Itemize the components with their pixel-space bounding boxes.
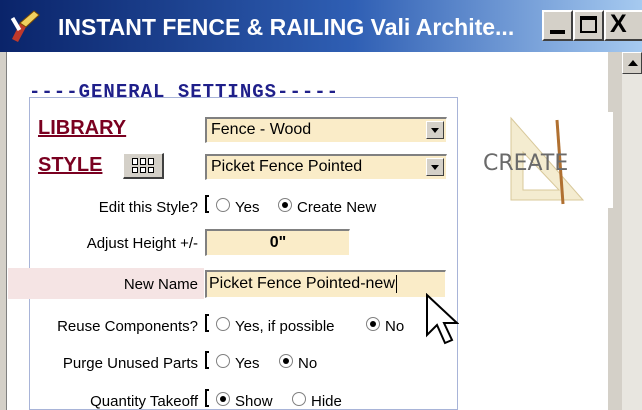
bracket-divider <box>205 314 209 332</box>
reuse-yes-radio[interactable] <box>216 317 230 331</box>
edit-style-label: Edit this Style? <box>98 199 198 216</box>
takeoff-hide-radio[interactable] <box>292 392 306 406</box>
library-value: Fence - Wood <box>211 121 312 138</box>
reuse-no-radio[interactable] <box>366 317 380 331</box>
library-dropdown-button[interactable] <box>426 121 444 139</box>
chevron-down-icon <box>431 128 439 133</box>
vertical-scrollbar[interactable] <box>622 52 642 410</box>
style-dropdown-button[interactable] <box>426 158 444 176</box>
create-logo[interactable]: CREATE <box>473 112 613 208</box>
text-caret <box>395 274 397 293</box>
window-frame-left <box>0 52 7 410</box>
adjust-height-label: Adjust Height +/- <box>86 235 198 252</box>
reuse-yes-label[interactable]: Yes, if possible <box>235 318 335 335</box>
scroll-up-button[interactable] <box>622 52 642 74</box>
style-grid-button[interactable] <box>123 153 164 179</box>
takeoff-show-label[interactable]: Show <box>235 393 273 410</box>
purge-yes-label[interactable]: Yes <box>235 355 259 372</box>
bracket-divider <box>205 389 209 407</box>
edit-style-create-new-radio[interactable] <box>278 198 292 212</box>
edit-style-yes-radio[interactable] <box>216 198 230 212</box>
edit-style-yes-label[interactable]: Yes <box>235 199 259 216</box>
quantity-takeoff-label: Quantity Takeoff <box>90 393 198 410</box>
style-grid-icon <box>132 158 154 173</box>
scroll-up-arrow-icon <box>628 60 638 66</box>
new-name-input[interactable]: Picket Fence Pointed-new <box>205 270 446 298</box>
edit-style-create-new-label[interactable]: Create New <box>297 199 376 216</box>
mouse-cursor-icon <box>426 293 459 345</box>
minimize-button[interactable] <box>542 10 573 41</box>
library-label[interactable]: LIBRARY <box>38 117 126 140</box>
section-header: ----GENERAL SETTINGS----- <box>29 81 340 103</box>
new-name-label: New Name <box>123 276 198 293</box>
reuse-no-label[interactable]: No <box>385 318 404 335</box>
close-button[interactable]: X <box>604 10 642 41</box>
close-icon: X <box>610 10 627 38</box>
takeoff-hide-label[interactable]: Hide <box>311 393 342 410</box>
purge-no-label[interactable]: No <box>298 355 317 372</box>
takeoff-show-radio[interactable] <box>216 392 230 406</box>
maximize-icon <box>580 16 597 33</box>
purge-unused-label: Purge Unused Parts <box>62 355 198 372</box>
style-label[interactable]: STYLE <box>38 154 102 177</box>
bracket-divider <box>205 351 209 369</box>
create-logo-icon: CREATE <box>473 112 613 208</box>
adjust-height-input[interactable]: 0" <box>205 229 350 256</box>
purge-yes-radio[interactable] <box>216 354 230 368</box>
style-value: Picket Fence Pointed <box>211 158 363 175</box>
new-name-value: Picket Fence Pointed-new <box>209 275 395 292</box>
app-icon <box>10 10 40 42</box>
library-select[interactable]: Fence - Wood <box>205 117 447 143</box>
window-title: INSTANT FENCE & RAILING Vali Archite... <box>58 14 515 40</box>
chevron-down-icon <box>431 165 439 170</box>
reuse-components-label: Reuse Components? <box>57 318 198 335</box>
svg-text:CREATE: CREATE <box>483 151 568 176</box>
purge-no-radio[interactable] <box>279 354 293 368</box>
minimize-icon <box>550 30 565 34</box>
maximize-button[interactable] <box>573 10 604 41</box>
bracket-divider <box>205 195 209 213</box>
style-select[interactable]: Picket Fence Pointed <box>205 154 447 180</box>
